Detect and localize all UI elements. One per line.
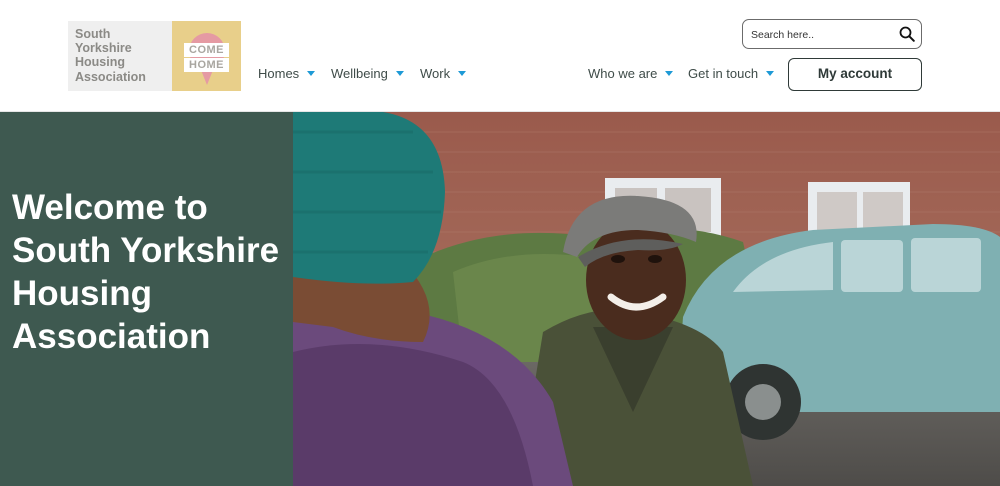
hero-panel: Welcome to South Yorkshire Housing Assoc… xyxy=(0,112,293,486)
logo-line: South xyxy=(75,27,111,41)
search-icon[interactable] xyxy=(899,26,915,42)
nav-item-label: Who we are xyxy=(588,66,658,81)
caret-down-icon xyxy=(307,71,316,76)
logo-badge-word: COME xyxy=(184,43,229,57)
nav-item-label: Homes xyxy=(258,66,300,81)
search-input[interactable] xyxy=(751,26,891,44)
caret-down-icon xyxy=(766,71,775,76)
logo-line: Yorkshire xyxy=(75,41,132,56)
logo-badge-word: HOME xyxy=(184,58,229,72)
caret-down-icon xyxy=(395,71,404,76)
nav-item-label: Work xyxy=(420,66,451,81)
nav-item-homes[interactable]: Homes xyxy=(258,66,316,81)
hero-photo xyxy=(293,112,1000,486)
nav-item-label: Wellbeing xyxy=(331,66,388,81)
nav-item-who-we-are[interactable]: Who we are xyxy=(588,66,674,81)
caret-down-icon xyxy=(458,71,467,76)
nav-item-get-in-touch[interactable]: Get in touch xyxy=(688,66,775,81)
search-box xyxy=(742,19,922,49)
hero-photo-illustration xyxy=(293,112,1000,486)
logo-badge: COME HOME xyxy=(172,21,241,91)
nav-item-work[interactable]: Work xyxy=(420,66,467,81)
hero-banner: Welcome to South Yorkshire Housing Assoc… xyxy=(0,112,1000,486)
logo-wordmark: South Yorkshire Housing Association xyxy=(68,21,172,91)
caret-down-icon xyxy=(665,71,674,76)
nav-item-wellbeing[interactable]: Wellbeing xyxy=(331,66,404,81)
site-logo[interactable]: South Yorkshire Housing Association COME… xyxy=(68,21,241,91)
hero-title: Welcome to South Yorkshire Housing Assoc… xyxy=(12,188,280,356)
nav-item-label: Get in touch xyxy=(688,66,759,81)
logo-line: Housing xyxy=(75,55,125,70)
site-header: South Yorkshire Housing Association COME… xyxy=(0,0,1000,112)
my-account-button[interactable]: My account xyxy=(788,58,922,91)
logo-line: Association xyxy=(75,69,146,84)
